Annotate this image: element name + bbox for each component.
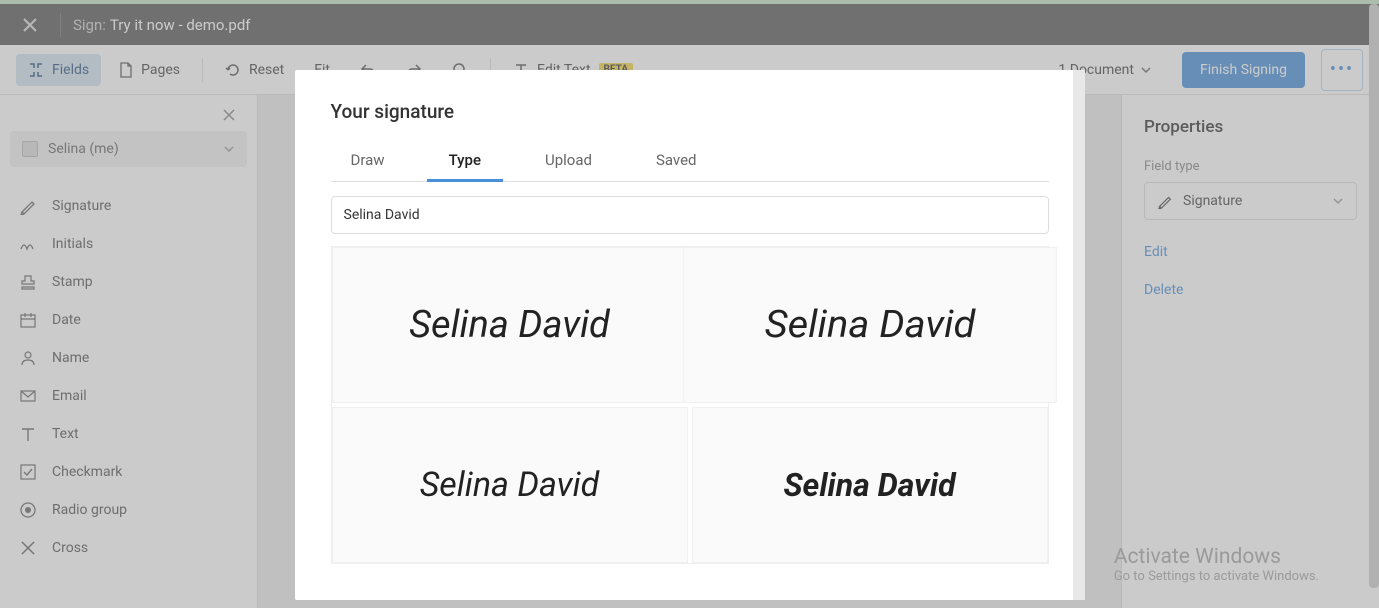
signature-option-4[interactable]: Selina David (692, 407, 1048, 563)
tab-draw-label: Draw (351, 151, 385, 169)
modal-scrollbar[interactable] (1073, 70, 1085, 600)
signature-name-input[interactable] (331, 196, 1049, 234)
signature-option-3[interactable]: Selina David (332, 407, 688, 563)
tab-upload[interactable]: Upload (537, 141, 600, 181)
signature-preview: Selina David (420, 465, 600, 505)
tab-upload-label: Upload (545, 151, 592, 169)
signature-preview: Selina David (783, 466, 955, 504)
modal-tabs: Draw Type Upload Saved (331, 141, 1049, 182)
modal-title: Your signature (331, 100, 1049, 123)
tab-saved[interactable]: Saved (648, 141, 705, 181)
signature-preview: Selina David (409, 303, 610, 347)
tab-type[interactable]: Type (441, 141, 489, 181)
signature-preview: Selina David (764, 303, 975, 347)
tab-type-label: Type (449, 151, 481, 169)
modal-overlay[interactable]: Your signature Draw Type Upload Saved Se… (0, 0, 1379, 608)
signature-modal: Your signature Draw Type Upload Saved Se… (295, 70, 1085, 600)
signature-grid: Selina David Selina David Selina David S… (331, 246, 1049, 564)
signature-option-1[interactable]: Selina David (332, 247, 688, 403)
tab-draw[interactable]: Draw (343, 141, 393, 181)
tab-saved-label: Saved (656, 151, 697, 169)
signature-option-2[interactable]: Selina David (683, 247, 1057, 403)
